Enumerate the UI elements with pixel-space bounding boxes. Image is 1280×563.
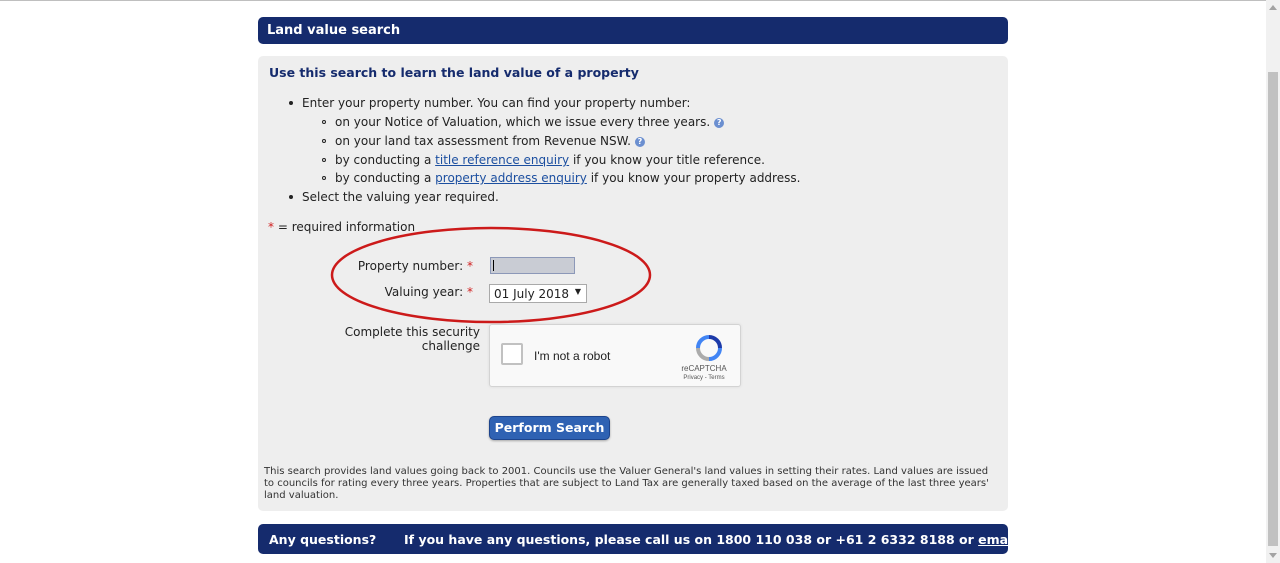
- footnote-text: This search provides land values going b…: [264, 466, 989, 501]
- title-reference-enquiry-link[interactable]: title reference enquiry: [435, 153, 569, 167]
- list-item: Enter your property number. You can find…: [302, 96, 691, 110]
- list-item-text: by conducting a: [335, 171, 432, 185]
- recaptcha-widget: I'm not a robot reCAPTCHA Privacy - Term…: [489, 324, 741, 387]
- recaptcha-label: I'm not a robot: [534, 349, 611, 363]
- panel-heading: Use this search to learn the land value …: [269, 65, 639, 80]
- bullet-icon: [289, 101, 293, 105]
- list-item: by conducting a property address enquiry…: [335, 171, 800, 185]
- page-title: Land value search: [267, 23, 401, 38]
- scroll-up-arrow-icon[interactable]: [1269, 5, 1277, 10]
- list-item: on your land tax assessment from Revenue…: [335, 134, 645, 148]
- help-icon[interactable]: ?: [634, 137, 645, 147]
- required-star: *: [268, 220, 274, 234]
- list-item: on your Notice of Valuation, which we is…: [335, 115, 725, 129]
- email-us-link[interactable]: email us: [978, 532, 1037, 547]
- list-item-text: by conducting a: [335, 153, 432, 167]
- perform-search-button[interactable]: Perform Search: [489, 416, 610, 440]
- questions-bar: Any questions? If you have any questions…: [258, 524, 1042, 554]
- recaptcha-brand: reCAPTCHA: [681, 364, 727, 373]
- top-border: [0, 0, 1266, 1]
- list-item: Select the valuing year required.: [302, 190, 499, 204]
- questions-message: If you have any questions, please call u…: [404, 532, 1042, 547]
- scrollbar-thumb[interactable]: [1268, 72, 1278, 546]
- list-item-text: if you know your title reference.: [572, 153, 765, 167]
- sub-bullet-icon: [322, 176, 326, 180]
- help-icon[interactable]: ?: [714, 118, 725, 128]
- sub-bullet-icon: [322, 158, 326, 162]
- questions-message-text: If you have any questions, please call u…: [404, 532, 974, 547]
- questions-message-end: .: [1037, 532, 1043, 547]
- scroll-down-arrow-icon[interactable]: [1269, 553, 1277, 558]
- sub-bullet-icon: [322, 139, 326, 143]
- bullet-icon: [289, 195, 293, 199]
- recaptcha-terms[interactable]: Privacy - Terms: [674, 375, 734, 381]
- list-item-text: if you know your property address.: [590, 171, 801, 185]
- sub-bullet-icon: [322, 120, 326, 124]
- list-item-text: on your land tax assessment from Revenue…: [335, 134, 631, 148]
- vertical-scrollbar[interactable]: [1266, 0, 1280, 563]
- list-item-text: on your Notice of Valuation, which we is…: [335, 115, 711, 129]
- property-address-enquiry-link[interactable]: property address enquiry: [435, 171, 587, 185]
- list-item: by conducting a title reference enquiry …: [335, 153, 765, 167]
- page-title-bar: Land value search: [258, 17, 1008, 44]
- questions-heading: Any questions?: [269, 532, 377, 547]
- recaptcha-logo-icon: [696, 335, 722, 361]
- security-challenge-label: Complete this security challenge: [344, 325, 480, 353]
- red-circle-annotation: [330, 226, 652, 324]
- recaptcha-checkbox[interactable]: [501, 343, 523, 365]
